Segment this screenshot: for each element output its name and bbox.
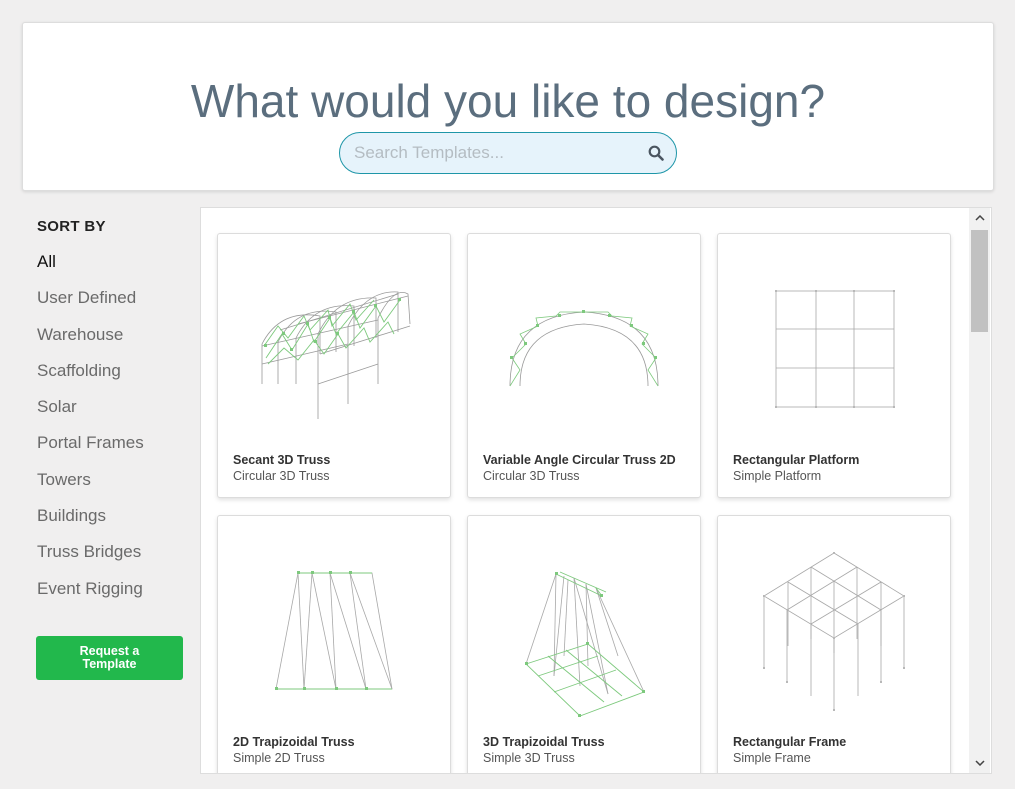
search-box[interactable] xyxy=(339,132,677,174)
chevron-down-icon xyxy=(974,760,985,766)
2d-trapizoidal-truss-thumbnail xyxy=(275,571,393,690)
template-title: Variable Angle Circular Truss 2D xyxy=(483,453,676,467)
template-title: 2D Trapizoidal Truss xyxy=(233,735,355,749)
template-subtitle: Circular 3D Truss xyxy=(233,469,330,483)
sort-item-towers[interactable]: Towers xyxy=(37,470,197,506)
template-title: Rectangular Frame xyxy=(733,735,847,749)
scroll-up-button[interactable] xyxy=(969,208,990,228)
sort-list: All User Defined Warehouse Scaffolding S… xyxy=(37,252,197,615)
sort-item-truss-bridges[interactable]: Truss Bridges xyxy=(37,542,197,578)
3d-trapizoidal-truss-thumbnail xyxy=(525,571,645,717)
template-card[interactable]: Variable Angle Circular Truss 2D Circula… xyxy=(467,233,701,498)
template-card[interactable]: Rectangular Frame Simple Frame xyxy=(717,515,951,773)
template-card[interactable]: Secant 3D Truss Circular 3D Truss xyxy=(217,233,451,498)
header-panel: What would you like to design? xyxy=(22,22,994,191)
search-icon[interactable] xyxy=(648,145,664,161)
sort-item-user-defined[interactable]: User Defined xyxy=(37,288,197,324)
sort-sidebar: SORT BY All User Defined Warehouse Scaff… xyxy=(37,218,197,615)
template-subtitle: Simple 3D Truss xyxy=(483,751,575,765)
sort-item-solar[interactable]: Solar xyxy=(37,397,197,433)
page-title: What would you like to design? xyxy=(190,75,826,127)
secant-3d-truss-thumbnail xyxy=(261,291,411,419)
sort-item-warehouse[interactable]: Warehouse xyxy=(37,325,197,361)
template-card[interactable]: 3D Trapizoidal Truss Simple 3D Truss xyxy=(467,515,701,773)
template-grid: Secant 3D Truss Circular 3D Truss Variab… xyxy=(200,207,992,774)
scroll-thumb[interactable] xyxy=(971,230,988,332)
template-title: Secant 3D Truss xyxy=(233,453,331,467)
template-subtitle: Simple Frame xyxy=(733,751,811,765)
request-template-button[interactable]: Request a Template xyxy=(36,636,183,680)
variable-angle-circular-truss-thumbnail xyxy=(509,310,659,387)
search-input[interactable] xyxy=(354,133,634,173)
template-title: 3D Trapizoidal Truss xyxy=(483,735,605,749)
template-subtitle: Circular 3D Truss xyxy=(483,469,580,483)
template-card[interactable]: Rectangular Platform Simple Platform xyxy=(717,233,951,498)
template-subtitle: Simple Platform xyxy=(733,469,822,483)
sort-item-all[interactable]: All xyxy=(37,252,197,288)
template-subtitle: Simple 2D Truss xyxy=(233,751,325,765)
request-template-label: Request a Template xyxy=(79,644,140,671)
sort-item-portal-frames[interactable]: Portal Frames xyxy=(37,433,197,469)
rectangular-platform-thumbnail xyxy=(775,290,895,408)
sort-item-buildings[interactable]: Buildings xyxy=(37,506,197,542)
sort-by-heading: SORT BY xyxy=(37,218,106,235)
scrollbar[interactable] xyxy=(969,208,990,773)
rectangular-frame-thumbnail xyxy=(763,552,905,711)
scroll-down-button[interactable] xyxy=(969,753,990,773)
template-title: Rectangular Platform xyxy=(733,453,860,467)
chevron-up-icon xyxy=(974,215,985,221)
sort-item-event-rigging[interactable]: Event Rigging xyxy=(37,579,197,615)
template-card[interactable]: 2D Trapizoidal Truss Simple 2D Truss xyxy=(217,515,451,773)
sort-item-scaffolding[interactable]: Scaffolding xyxy=(37,361,197,397)
